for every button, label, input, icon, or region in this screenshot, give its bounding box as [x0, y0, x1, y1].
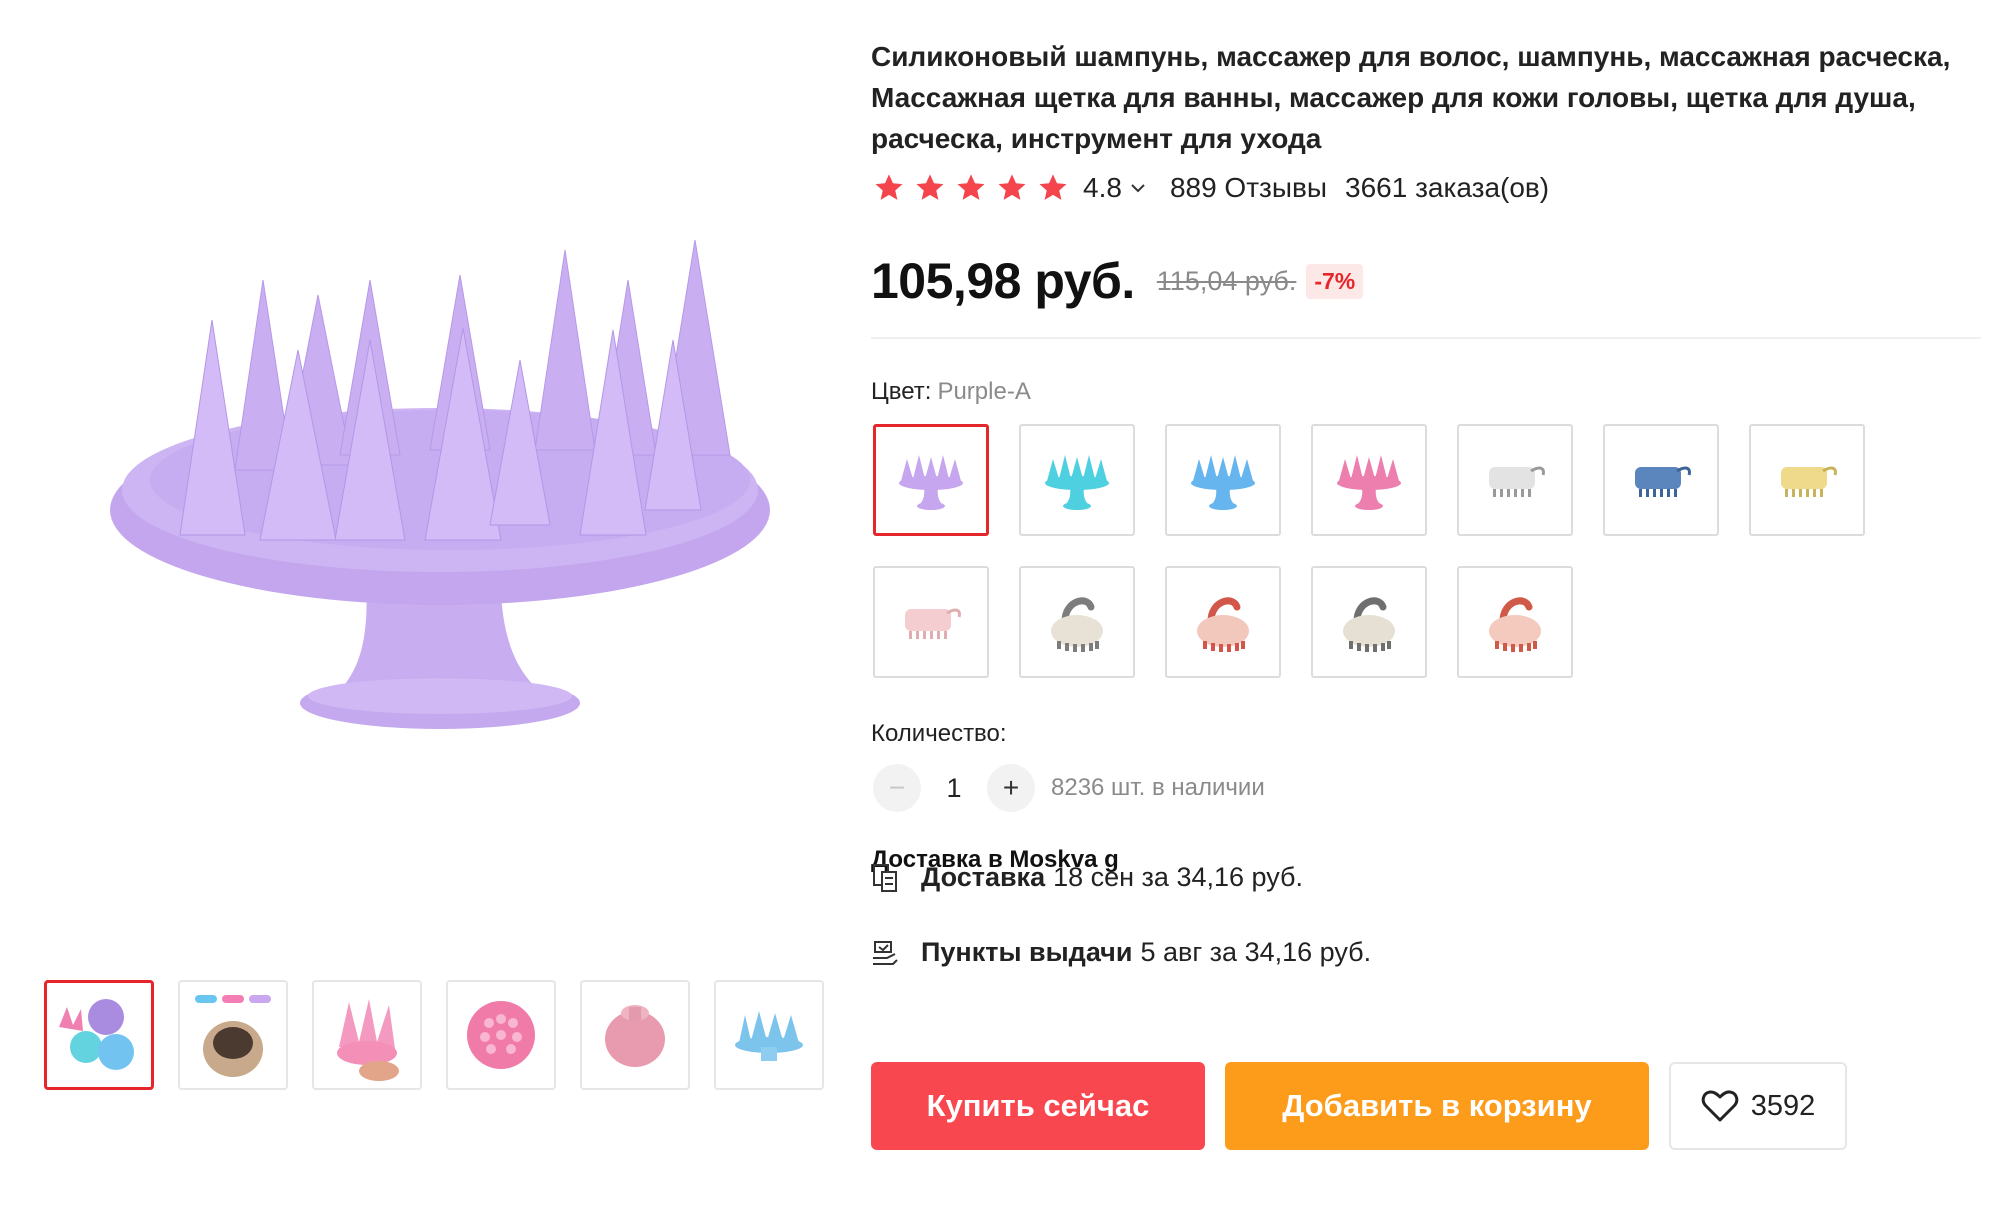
star-icon — [1039, 174, 1067, 200]
delivery-pickup-label: Пункты выдачи — [921, 937, 1133, 967]
swatch-image — [1489, 466, 1545, 497]
color-swatch-purple-a[interactable] — [873, 424, 989, 536]
main-product-image[interactable] — [80, 239, 780, 760]
star-icon — [916, 174, 944, 200]
divider — [871, 337, 1981, 339]
quantity-decrease-button[interactable]: − — [873, 764, 921, 812]
swatch-image — [1635, 466, 1691, 497]
delivery-doc-icon — [873, 863, 897, 892]
color-swatch-white-b[interactable] — [1457, 424, 1573, 536]
thumbnail-4[interactable] — [446, 980, 556, 1090]
product-title: Силиконовый шампунь, массажер для волос,… — [871, 41, 1951, 154]
swatch-image — [1337, 455, 1401, 510]
color-swatch-grey-c[interactable] — [1019, 566, 1135, 678]
product-gallery — [0, 0, 840, 1212]
color-label: Цвет: Purple-A — [871, 378, 1031, 406]
chevron-down-icon[interactable] — [1130, 183, 1146, 193]
wishlist-button[interactable]: 3592 — [1669, 1062, 1847, 1150]
swatch-image — [1489, 597, 1541, 652]
delivery-courier-row: Доставка 18 сен за 34,16 руб. — [871, 862, 1303, 893]
action-buttons: Купить сейчас Добавить в корзину 3592 — [871, 1062, 1847, 1150]
color-swatch-blue-b[interactable] — [1603, 424, 1719, 536]
thumbnail-2[interactable] — [178, 980, 288, 1090]
color-swatch-pink-b[interactable] — [873, 566, 989, 678]
color-swatch-blue-a[interactable] — [1165, 424, 1281, 536]
swatch-image — [1197, 597, 1249, 652]
wishlist-count: 3592 — [1750, 1089, 1816, 1122]
swatch-image — [1045, 455, 1109, 510]
thumbnail-3[interactable] — [312, 980, 422, 1090]
color-label-text: Цвет: — [871, 378, 932, 405]
color-selected-value: Purple-A — [937, 378, 1031, 405]
color-swatch-red-c[interactable] — [1165, 566, 1281, 678]
rating-value[interactable]: 4.8 — [1083, 172, 1122, 204]
swatch-image — [1191, 455, 1255, 510]
color-swatch-cyan-a[interactable] — [1019, 424, 1135, 536]
stock-text: 8236 шт. в наличии — [1051, 774, 1265, 801]
color-swatch-red-d[interactable] — [1457, 566, 1573, 678]
quantity-input[interactable]: 1 — [921, 773, 987, 804]
old-price: 115,04 руб. — [1156, 265, 1297, 296]
star-icon — [875, 174, 903, 200]
color-swatch-yellow-b[interactable] — [1749, 424, 1865, 536]
quantity-stepper: − 1 + 8236 шт. в наличии — [873, 764, 1265, 812]
thumbnail-1[interactable] — [44, 980, 154, 1090]
thumbnail-6[interactable] — [714, 980, 824, 1090]
star-icon — [957, 174, 985, 200]
delivery-pickup-row: Пункты выдачи 5 авг за 34,16 руб. — [871, 937, 1371, 968]
swatch-image — [1781, 466, 1837, 497]
delivery-courier-text: 18 сен за 34,16 руб. — [1053, 862, 1304, 892]
rating-stars — [873, 172, 1069, 204]
star-icon — [998, 174, 1026, 200]
color-swatch-grey-d[interactable] — [1311, 566, 1427, 678]
swatch-image — [899, 455, 963, 510]
reviews-link[interactable]: 889 Отзывы — [1170, 172, 1327, 204]
delivery-pickup-text: 5 авг за 34,16 руб. — [1140, 937, 1372, 967]
buy-now-button[interactable]: Купить сейчас — [871, 1062, 1205, 1150]
swatch-image — [1051, 597, 1103, 652]
thumbnail-5[interactable] — [580, 980, 690, 1090]
rating-row: 4.8 889 Отзывы 3661 заказа(ов) — [871, 172, 1549, 204]
add-to-cart-button[interactable]: Добавить в корзину — [1225, 1062, 1649, 1150]
color-swatch-pink-a[interactable] — [1311, 424, 1427, 536]
price-row: 105,98 руб. 115,04 руб. -7% — [871, 252, 1364, 310]
quantity-increase-button[interactable]: + — [987, 764, 1035, 812]
thumbnail-strip — [44, 980, 824, 1090]
delivery-courier-label: Доставка — [921, 862, 1046, 892]
swatch-image — [905, 608, 961, 639]
swatch-image — [1343, 597, 1395, 652]
orders-count: 3661 заказа(ов) — [1345, 172, 1550, 203]
quantity-label: Количество: — [871, 720, 1007, 747]
discount-badge: -7% — [1306, 263, 1364, 299]
heart-icon — [1701, 1090, 1738, 1122]
current-price: 105,98 руб. — [871, 253, 1135, 309]
color-swatches — [873, 424, 1893, 678]
pickup-point-icon — [873, 940, 898, 965]
